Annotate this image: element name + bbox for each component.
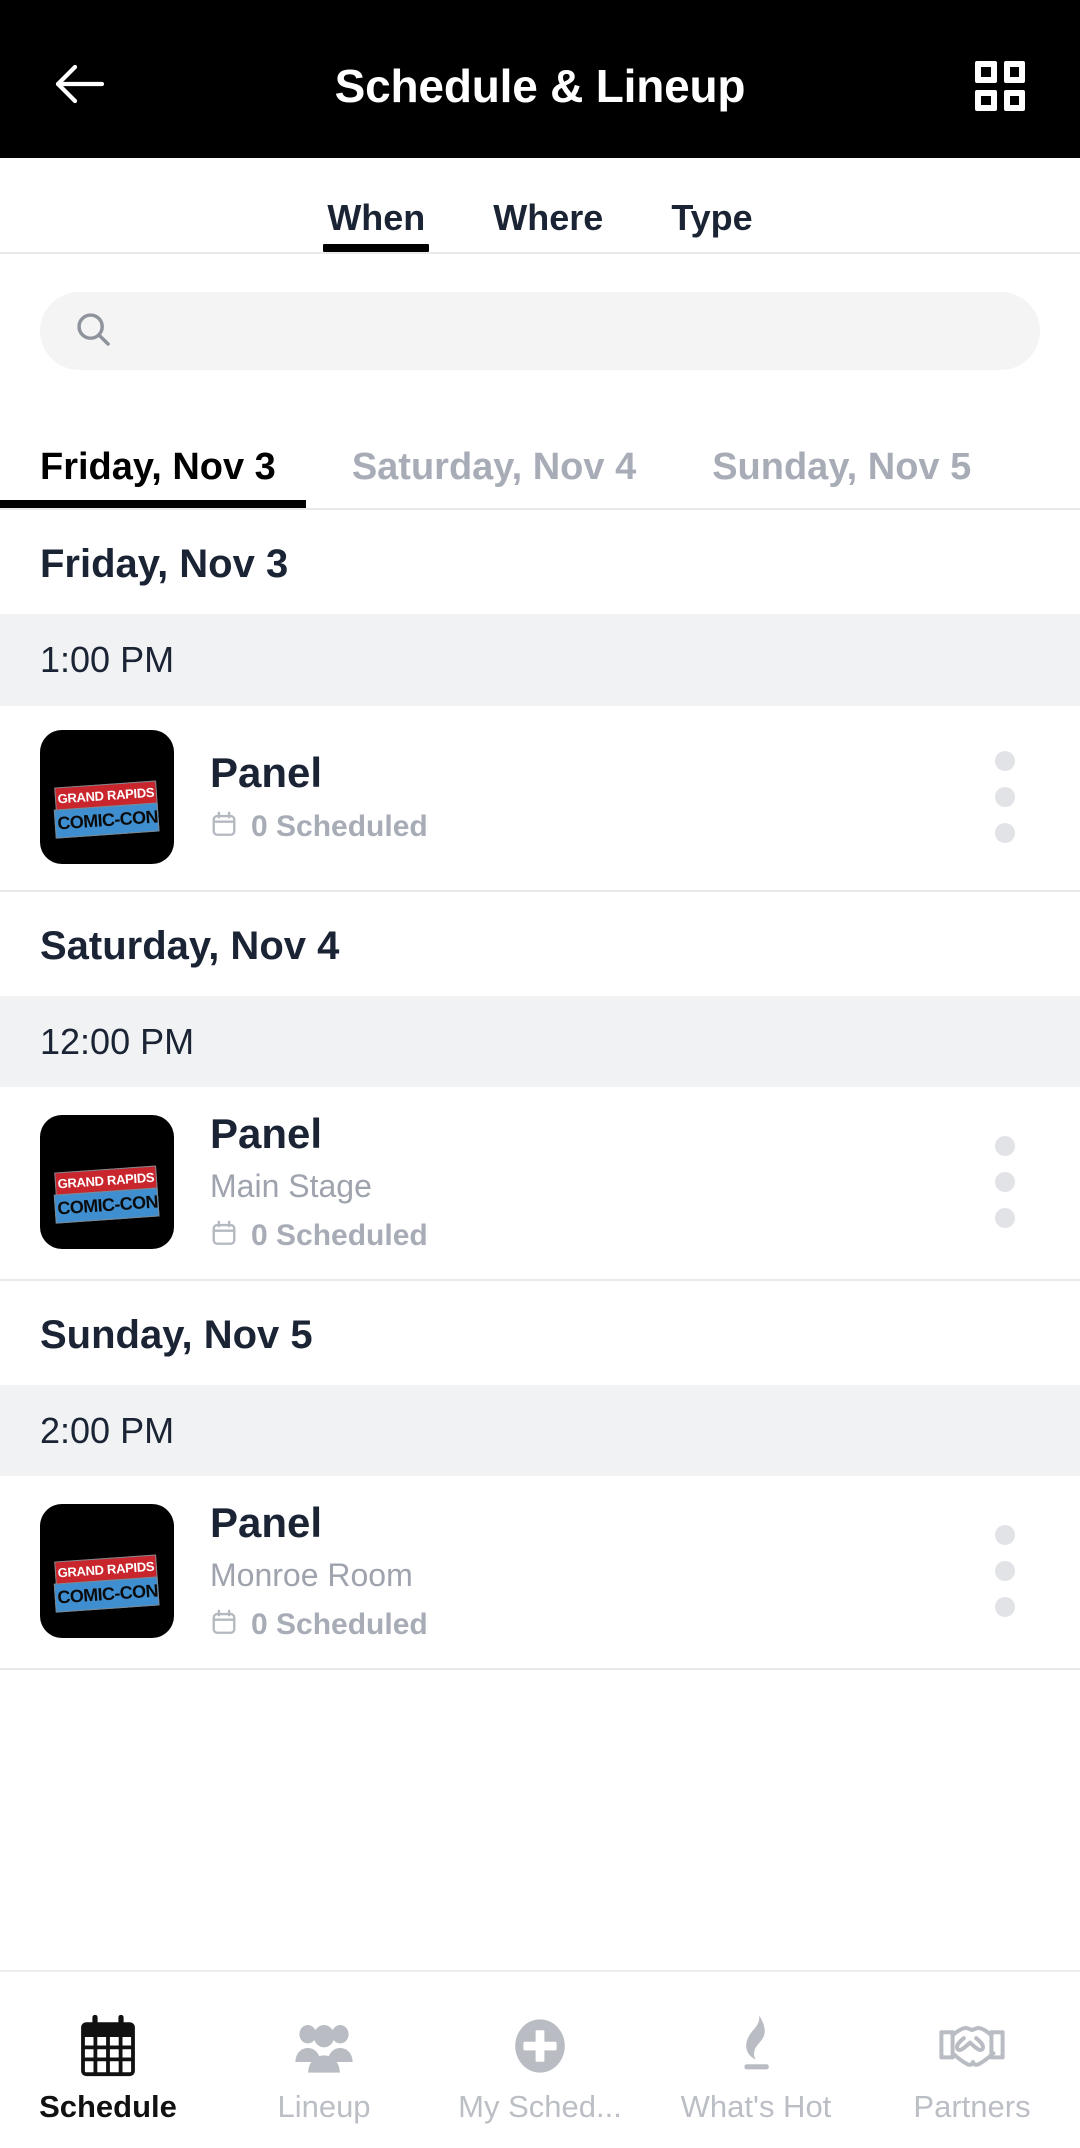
calendar-icon <box>210 1608 238 1642</box>
calendar-icon <box>210 810 238 844</box>
grand-rapids-comic-con-logo: GRAND RAPIDS COMIC-CON <box>52 780 162 841</box>
search-section <box>0 254 1080 400</box>
event-thumbnail: GRAND RAPIDS COMIC-CON <box>40 1503 174 1638</box>
event-scheduled: 0 Scheduled <box>210 810 970 844</box>
nav-item-whats-hot[interactable]: What's Hot <box>648 1972 864 2148</box>
event-venue: Monroe Room <box>210 1557 413 1594</box>
page-title: Schedule & Lineup <box>334 60 746 112</box>
time-row-friday: 1:00 PM <box>0 614 1080 706</box>
kebab-menu-icon[interactable] <box>970 1122 1040 1242</box>
search-input[interactable] <box>132 292 1006 370</box>
event-title: Panel <box>210 1110 323 1158</box>
tab-type-label: Type <box>671 197 753 238</box>
event-venue: Main Stage <box>210 1168 372 1205</box>
app-bar: Schedule & Lineup <box>0 14 1080 158</box>
event-title: Panel <box>210 1499 323 1547</box>
grid-view-icon <box>975 61 1025 111</box>
handshake-icon <box>937 2013 1007 2079</box>
search-icon <box>74 310 112 353</box>
filter-tabs: When Where Type <box>0 158 1080 254</box>
grid-view-button[interactable] <box>964 50 1036 122</box>
event-scheduled-label: 0 Scheduled <box>251 1218 428 1252</box>
section-header-friday: Friday, Nov 3 <box>0 510 1080 614</box>
grand-rapids-comic-con-logo: GRAND RAPIDS COMIC-CON <box>52 1554 162 1615</box>
event-row[interactable]: GRAND RAPIDS COMIC-CON Panel Monroe Room <box>0 1476 1080 1670</box>
nav-item-my-schedule[interactable]: My Sched... <box>432 1972 648 2148</box>
app-screen: Schedule & Lineup When Where Type Friday… <box>0 0 1080 2148</box>
event-scheduled: 0 Scheduled <box>210 1608 970 1642</box>
calendar-icon <box>79 2013 137 2079</box>
status-bar <box>0 0 1080 14</box>
day-tab-saturday-label: Saturday, Nov 4 <box>351 446 637 488</box>
day-tabs[interactable]: Friday, Nov 3 Saturday, Nov 4 Sunday, No… <box>0 400 1080 510</box>
flame-icon <box>734 2013 778 2079</box>
day-tab-friday-label: Friday, Nov 3 <box>40 446 276 488</box>
event-scheduled: 0 Scheduled <box>210 1219 970 1253</box>
tab-where-label: Where <box>493 197 604 238</box>
arrow-left-icon <box>54 63 106 110</box>
day-tab-friday[interactable]: Friday, Nov 3 <box>0 448 314 508</box>
people-icon <box>293 2013 355 2079</box>
event-thumbnail: GRAND RAPIDS COMIC-CON <box>40 729 174 864</box>
nav-item-schedule[interactable]: Schedule <box>0 1972 216 2148</box>
time-row-sunday: 2:00 PM <box>0 1384 1080 1477</box>
day-tab-sunday-label: Sunday, Nov 5 <box>712 446 972 488</box>
event-row[interactable]: GRAND RAPIDS COMIC-CON Panel 0 Scheduled <box>0 705 1080 892</box>
tab-when-label: When <box>327 197 426 238</box>
nav-item-whats-hot-label: What's Hot <box>680 2088 832 2124</box>
plus-circle-icon <box>511 2013 569 2079</box>
kebab-menu-icon[interactable] <box>970 737 1040 857</box>
event-details: Panel 0 Scheduled <box>174 748 970 844</box>
nav-item-schedule-label: Schedule <box>39 2088 177 2124</box>
event-row[interactable]: GRAND RAPIDS COMIC-CON Panel Main Stage <box>0 1087 1080 1281</box>
tab-where[interactable]: Where <box>459 200 637 252</box>
grand-rapids-comic-con-logo: GRAND RAPIDS COMIC-CON <box>52 1165 162 1226</box>
back-button[interactable] <box>44 50 116 122</box>
nav-item-partners[interactable]: Partners <box>864 1972 1080 2148</box>
schedule-list: Friday, Nov 3 1:00 PM GRAND RAPIDS COMIC… <box>0 510 1080 1970</box>
tab-when[interactable]: When <box>293 200 459 252</box>
event-details: Panel Main Stage 0 Scheduled <box>174 1110 970 1253</box>
calendar-icon <box>210 1219 238 1253</box>
kebab-menu-icon[interactable] <box>970 1511 1040 1631</box>
nav-item-lineup[interactable]: Lineup <box>216 1972 432 2148</box>
time-row-saturday: 12:00 PM <box>0 995 1080 1088</box>
section-header-sunday: Sunday, Nov 5 <box>0 1280 1080 1385</box>
section-header-saturday: Saturday, Nov 4 <box>0 891 1080 996</box>
bottom-navigation: Schedule Lineup My Sched... What's Hot P… <box>0 1970 1080 2148</box>
nav-item-my-schedule-label: My Sched... <box>458 2088 622 2124</box>
event-scheduled-label: 0 Scheduled <box>251 809 428 843</box>
nav-item-lineup-label: Lineup <box>277 2088 371 2124</box>
day-tab-saturday[interactable]: Saturday, Nov 4 <box>314 448 674 508</box>
tab-when-underline <box>323 244 430 252</box>
event-thumbnail: GRAND RAPIDS COMIC-CON <box>40 1114 174 1249</box>
status-bar-clipped-text <box>142 0 204 8</box>
event-scheduled-label: 0 Scheduled <box>251 1607 428 1641</box>
nav-item-partners-label: Partners <box>913 2088 1031 2124</box>
day-tab-sunday[interactable]: Sunday, Nov 5 <box>674 448 1009 508</box>
event-details: Panel Monroe Room 0 Scheduled <box>174 1499 970 1642</box>
day-tab-friday-underline <box>0 500 306 508</box>
search-box[interactable] <box>40 292 1040 370</box>
event-title: Panel <box>210 748 323 796</box>
tab-type[interactable]: Type <box>637 200 786 252</box>
